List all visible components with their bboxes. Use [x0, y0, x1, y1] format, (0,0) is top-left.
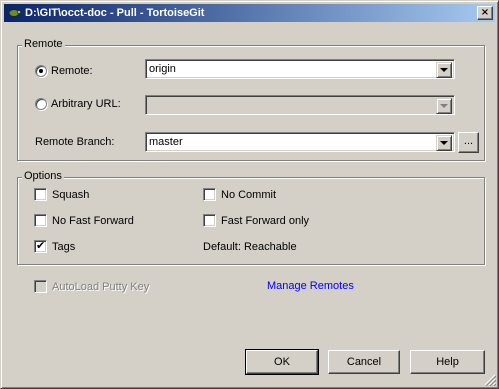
ok-button-label: OK — [274, 356, 290, 368]
checkmark-icon: ✔ — [36, 239, 46, 252]
squash-checkbox[interactable] — [34, 188, 47, 201]
arbitrary-url-combo — [145, 95, 455, 115]
manage-remotes-link[interactable]: Manage Remotes — [267, 280, 354, 292]
close-icon: × — [480, 7, 490, 18]
cancel-button[interactable]: Cancel — [328, 350, 400, 374]
remote-branch-combo[interactable]: master — [145, 132, 455, 152]
default-reachable-note: Default: Reachable — [203, 241, 297, 253]
arbitrary-url-radio-label[interactable]: Arbitrary URL: — [51, 98, 121, 110]
remote-combo-value: origin — [149, 63, 176, 75]
autoload-putty-key-label: AutoLoad Putty Key — [52, 281, 150, 293]
remote-combo[interactable]: origin — [145, 59, 455, 79]
tags-label[interactable]: Tags — [52, 241, 75, 253]
no-fast-forward-checkbox[interactable] — [34, 214, 47, 227]
remote-branch-value: master — [149, 136, 183, 148]
no-commit-checkbox[interactable] — [203, 188, 216, 201]
remote-branch-label: Remote Branch: — [35, 136, 115, 148]
remote-branch-arrow-icon[interactable] — [436, 135, 452, 151]
remote-radio[interactable] — [35, 65, 47, 77]
arbitrary-url-radio[interactable] — [35, 98, 47, 110]
help-button-label: Help — [436, 356, 459, 368]
remote-combo-arrow-icon[interactable] — [436, 62, 452, 78]
remote-group-legend: Remote — [22, 38, 65, 50]
window-title: D:\GIT\occt-doc - Pull - TortoiseGit — [25, 7, 205, 19]
browse-ellipsis-icon: ... — [463, 134, 474, 147]
browse-branch-button[interactable]: ... — [458, 132, 479, 153]
no-fast-forward-label[interactable]: No Fast Forward — [52, 215, 134, 227]
title-bar[interactable]: D:\GIT\occt-doc - Pull - TortoiseGit × — [4, 4, 495, 22]
options-group-legend: Options — [22, 170, 64, 182]
cancel-button-label: Cancel — [346, 356, 382, 368]
resize-grip-icon[interactable] — [484, 374, 496, 386]
close-button[interactable]: × — [477, 6, 493, 20]
remote-radio-label[interactable]: Remote: — [51, 65, 93, 77]
arbitrary-url-arrow-icon — [436, 98, 452, 114]
no-commit-label[interactable]: No Commit — [221, 189, 276, 201]
tags-checkbox[interactable]: ✔ — [34, 239, 47, 253]
help-button[interactable]: Help — [410, 350, 485, 374]
autoload-putty-key-checkbox — [34, 280, 47, 293]
pull-dialog-window: D:\GIT\occt-doc - Pull - TortoiseGit × R… — [0, 0, 499, 389]
squash-label[interactable]: Squash — [52, 189, 89, 201]
fast-forward-only-checkbox[interactable] — [203, 214, 216, 227]
fast-forward-only-label[interactable]: Fast Forward only — [221, 215, 309, 227]
tortoise-icon — [6, 6, 22, 20]
ok-button[interactable]: OK — [245, 349, 319, 375]
